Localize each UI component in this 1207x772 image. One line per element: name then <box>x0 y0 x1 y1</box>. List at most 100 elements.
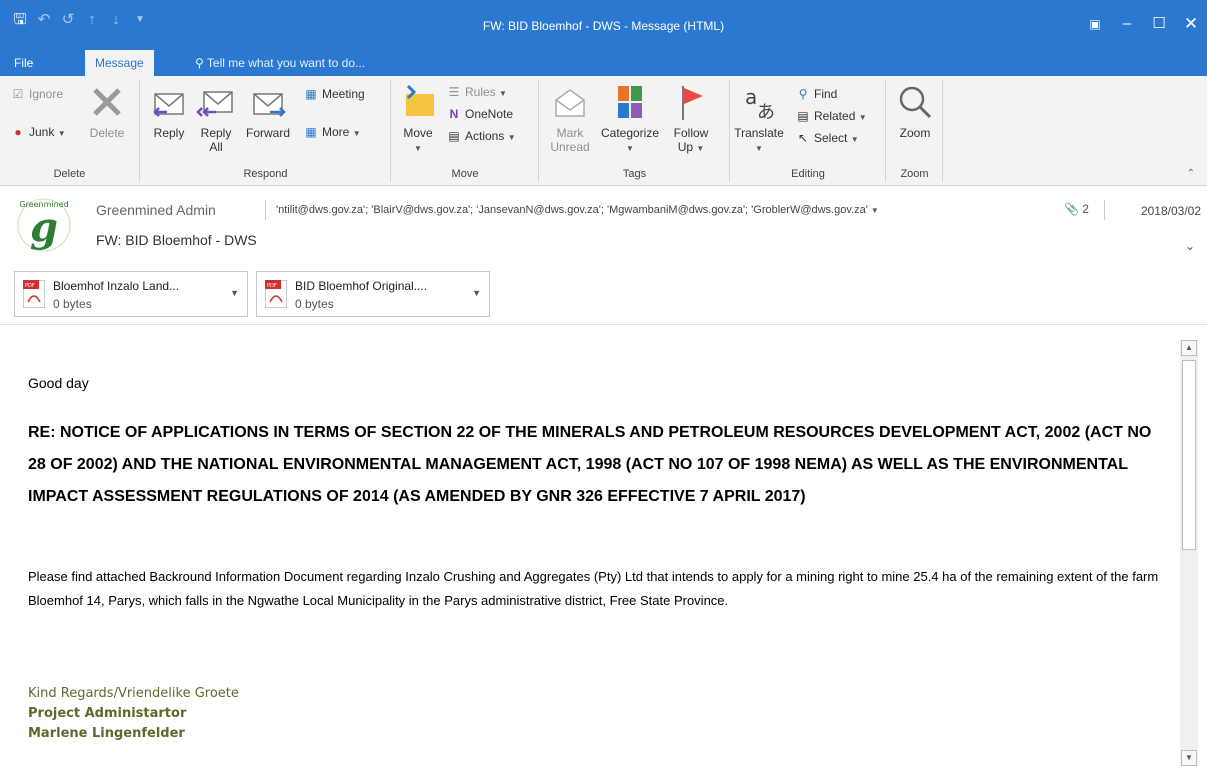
ribbon: ☑ Ignore ● Junk ▼ Delete Delete Reply Repl… <box>0 76 1207 186</box>
more-icon: ▦ <box>305 125 317 139</box>
mark-unread-button[interactable]: Mark Unread <box>546 82 594 154</box>
meeting-button[interactable]: ▦ Meeting <box>303 86 364 102</box>
customize-toolbar-icon[interactable]: ▼ <box>128 10 152 30</box>
message-body: Good day RE: NOTICE OF APPLICATIONS IN T… <box>0 326 1177 772</box>
attachment-size: 0 bytes <box>53 297 92 311</box>
redo-icon[interactable]: ↺ <box>56 10 80 30</box>
tab-file[interactable]: File <box>4 50 43 76</box>
recipients-dropdown-icon[interactable]: ▼ <box>871 206 879 215</box>
attachment-size: 0 bytes <box>295 297 334 311</box>
magnifier-icon <box>899 86 932 119</box>
onenote-icon: N <box>449 107 459 121</box>
calendar-icon: ▦ <box>305 87 317 101</box>
body-heading: RE: NOTICE OF APPLICATIONS IN TERMS OF S… <box>28 424 1152 505</box>
attachment-item[interactable]: PDF BID Bloemhof Original.... 0 bytes ▼ <box>256 271 490 317</box>
junk-button[interactable]: ● Junk ▼ <box>10 124 65 142</box>
related-icon: ▤ <box>797 109 809 123</box>
undo-icon[interactable]: ↶ <box>32 10 56 30</box>
window-controls: ▣ – ☐ ✕ <box>1079 0 1207 50</box>
tab-message[interactable]: Message <box>85 50 154 76</box>
svg-text:g: g <box>30 204 58 251</box>
reply-button[interactable]: Reply <box>147 82 191 140</box>
next-item-icon[interactable]: ↓ <box>104 10 128 30</box>
ribbon-display-options-icon[interactable]: ▣ <box>1079 0 1111 50</box>
message-header: g Greenmined Greenmined Admin 'ntilit@dw… <box>0 187 1207 263</box>
related-button[interactable]: ▤ Related ▼ <box>795 108 866 126</box>
group-label-zoom: Zoom <box>900 168 929 180</box>
ribbon-group-zoom: Zoom Zoom <box>887 80 943 182</box>
tell-me-search[interactable]: ⚲ Tell me what you want to do... <box>185 50 375 76</box>
translate-button[interactable]: aあ Translate ▼ <box>731 82 787 156</box>
attachment-dropdown-icon[interactable]: ▼ <box>472 288 481 298</box>
mark-unread-icon <box>555 89 585 117</box>
forward-icon <box>253 93 286 117</box>
attachment-name: Bloemhof Inzalo Land... <box>53 279 180 293</box>
group-label-move: Move <box>451 168 479 180</box>
quick-access-toolbar: 🖫 ↶ ↺ ↑ ↓ ▼ <box>8 10 152 30</box>
signature-title: Project Administartor <box>28 706 187 721</box>
maximize-button[interactable]: ☐ <box>1143 0 1175 50</box>
body-scrollbar[interactable]: ▲ ▼ <box>1180 340 1198 766</box>
close-button[interactable]: ✕ <box>1175 0 1207 50</box>
sender-name[interactable]: Greenmined Admin <box>96 202 216 218</box>
move-button[interactable]: Move ▼ <box>396 82 440 156</box>
previous-item-icon[interactable]: ↑ <box>80 10 104 30</box>
delete-x-icon <box>93 88 121 116</box>
tell-me-text: Tell me what you want to do... <box>206 56 366 70</box>
svg-text:PDF: PDF <box>25 283 35 289</box>
zoom-button[interactable]: Zoom <box>891 82 939 140</box>
attachment-item[interactable]: PDF Bloemhof Inzalo Land... 0 bytes ▼ <box>14 271 248 317</box>
body-greeting: Good day <box>28 375 89 391</box>
reply-all-icon <box>196 91 233 117</box>
categorize-icon <box>618 86 642 118</box>
ribbon-group-tags: Mark Unread Categorize ▼ Follow Up ▼ Tags <box>540 80 730 182</box>
group-label-tags: Tags <box>622 168 647 180</box>
ribbon-tabs: File Message ⚲ Tell me what you want to … <box>0 50 1207 76</box>
attachments-bar: PDF Bloemhof Inzalo Land... 0 bytes ▼ PD… <box>0 263 1207 325</box>
more-respond-button[interactable]: ▦ More ▼ <box>303 124 360 142</box>
header-divider-2 <box>1104 200 1105 220</box>
actions-button[interactable]: ▤ Actions ▼ <box>446 128 515 146</box>
reply-all-button[interactable]: Reply All <box>193 82 239 154</box>
flag-icon <box>682 86 703 120</box>
ignore-icon: ☑ <box>12 87 24 101</box>
svg-text:Greenmined: Greenmined <box>19 200 68 209</box>
rules-button[interactable]: ☰ Rules ▼ <box>446 84 507 102</box>
ribbon-group-delete: ☑ Ignore ● Junk ▼ Delete Delete <box>0 80 140 182</box>
reply-icon <box>153 93 184 117</box>
paperclip-icon: 📎 <box>1064 202 1079 216</box>
body-paragraph: Please find attached Backround Informati… <box>28 569 1159 608</box>
minimize-button[interactable]: – <box>1111 0 1143 50</box>
svg-text:PDF: PDF <box>267 283 277 289</box>
ribbon-group-move: Move ▼ ☰ Rules ▼ N OneNote ▤ Actions ▼ Move <box>392 80 539 182</box>
delete-button[interactable]: Delete <box>84 82 130 140</box>
expand-header-icon[interactable]: ⌄ <box>1185 239 1195 253</box>
select-button[interactable]: ↖ Select ▼ <box>795 130 859 148</box>
pdf-icon: PDF <box>23 280 45 308</box>
recipients-list[interactable]: 'ntilit@dws.gov.za'; 'BlairV@dws.gov.za'… <box>276 204 879 216</box>
follow-up-button[interactable]: Follow Up ▼ <box>666 82 716 156</box>
ribbon-group-editing: aあ Translate ▼ ⚲ Find ▤ Related ▼ ↖ Select ▼… <box>731 80 886 182</box>
rules-icon: ☰ <box>448 85 460 99</box>
forward-button[interactable]: Forward <box>241 82 295 140</box>
greenmined-logo: g Greenmined <box>17 198 71 252</box>
group-label-respond: Respond <box>243 168 288 180</box>
pdf-icon: PDF <box>265 280 287 308</box>
scroll-down-icon[interactable]: ▼ <box>1181 750 1197 766</box>
signature-greeting: Kind Regards/Vriendelike Groete <box>28 686 239 701</box>
scroll-up-icon[interactable]: ▲ <box>1181 340 1197 356</box>
junk-icon: ● <box>14 125 22 139</box>
categorize-button[interactable]: Categorize ▼ <box>598 82 662 156</box>
find-icon: ⚲ <box>798 87 808 101</box>
cursor-icon: ↖ <box>797 131 809 145</box>
save-icon[interactable]: 🖫 <box>8 10 32 30</box>
ignore-button[interactable]: ☑ Ignore <box>10 86 63 102</box>
find-button[interactable]: ⚲ Find <box>795 86 838 102</box>
attachment-dropdown-icon[interactable]: ▼ <box>230 288 239 298</box>
attachment-name: BID Bloemhof Original.... <box>295 279 428 293</box>
scroll-thumb[interactable] <box>1182 360 1196 550</box>
collapse-ribbon-icon[interactable]: ⌃ <box>1187 168 1195 179</box>
svg-text:あ: あ <box>757 102 775 122</box>
group-label-delete: Delete <box>53 168 86 180</box>
onenote-button[interactable]: N OneNote <box>446 106 513 122</box>
